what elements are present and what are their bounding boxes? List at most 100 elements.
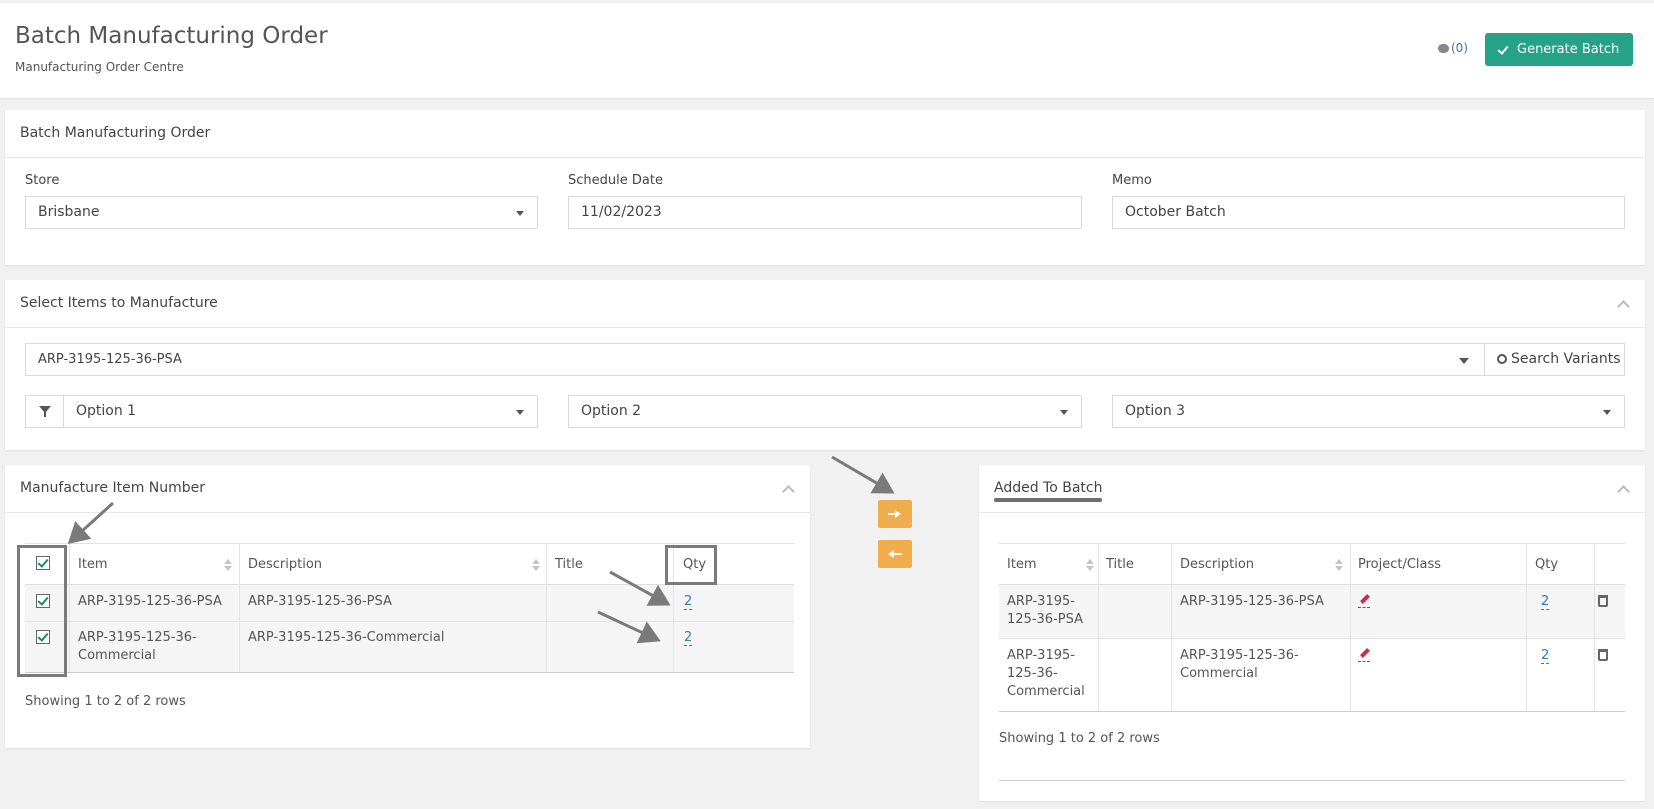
col-divider (1526, 543, 1527, 711)
title-underline-annotation (994, 498, 1102, 502)
table-divider (999, 638, 1625, 639)
sort-icon[interactable] (532, 559, 540, 571)
select-items-title: Select Items to Manufacture (20, 295, 218, 311)
arrow-left-head (888, 550, 894, 558)
caret-down-icon (516, 410, 524, 415)
cell-item: ARP-3195-125-36-PSA (78, 594, 222, 609)
collapse-icon[interactable] (782, 485, 795, 498)
sort-icon[interactable] (224, 559, 232, 571)
store-select[interactable]: Brisbane (25, 196, 538, 229)
check-icon (1497, 43, 1509, 55)
option1-select[interactable]: Option 1 (63, 395, 538, 428)
added-to-batch-panel: Added To Batch Item Title Description Pr… (979, 465, 1645, 801)
collapse-icon[interactable] (1617, 300, 1630, 313)
cell-description: ARP-3195-125-36-PSA (1180, 594, 1324, 609)
cell-qty[interactable]: 2 (684, 593, 693, 611)
added-to-batch-header: Added To Batch (979, 465, 1645, 513)
move-right-button[interactable] (878, 500, 912, 528)
cell-item: ARP-3195-125-36-PSA (1007, 594, 1083, 627)
cell-qty[interactable]: 2 (684, 629, 693, 647)
cell-qty[interactable]: 2 (1541, 647, 1550, 665)
caret-down-icon (516, 211, 524, 216)
search-variants-label: Search Variants (1511, 351, 1621, 367)
col-header-item[interactable]: Item (1007, 557, 1037, 572)
page-header: Batch Manufacturing Order Manufacturing … (0, 3, 1654, 98)
option2-select[interactable]: Option 2 (568, 395, 1082, 428)
col-divider (69, 543, 70, 672)
arrow-right-head (895, 510, 901, 518)
generate-batch-label: Generate Batch (1517, 42, 1620, 57)
col-divider (1350, 543, 1351, 711)
generate-batch-button[interactable]: Generate Batch (1485, 33, 1633, 66)
store-value: Brisbane (38, 204, 100, 220)
order-panel: Batch Manufacturing Order Store Brisbane… (5, 110, 1645, 265)
table-footer: Showing 1 to 2 of 2 rows (25, 694, 186, 709)
sort-icon[interactable] (1335, 559, 1343, 571)
store-label: Store (25, 173, 60, 188)
order-panel-header: Batch Manufacturing Order (5, 110, 1645, 158)
annotation-box (665, 545, 717, 585)
memo-label: Memo (1112, 173, 1152, 188)
filter-button[interactable] (25, 395, 64, 428)
caret-down-icon (1459, 358, 1469, 364)
comments-link[interactable]: (0) (1438, 41, 1468, 55)
comments-count: (0) (1451, 41, 1468, 55)
table-divider (25, 672, 794, 673)
qty-link[interactable]: 2 (684, 630, 693, 646)
item-select[interactable]: ARP-3195-125-36-PSA (25, 343, 1485, 376)
schedule-date-value: 11/02/2023 (581, 204, 662, 220)
table-divider (999, 711, 1625, 712)
pencil-underline (1358, 607, 1370, 608)
order-panel-title: Batch Manufacturing Order (20, 125, 211, 141)
schedule-date-label: Schedule Date (568, 173, 663, 188)
col-divider (1098, 543, 1099, 711)
col-header-title: Title (1106, 557, 1134, 572)
col-header-item[interactable]: Item (78, 557, 108, 572)
table-divider (25, 543, 794, 544)
col-divider (546, 543, 547, 672)
col-header-description[interactable]: Description (248, 557, 322, 572)
option3-select[interactable]: Option 3 (1112, 395, 1625, 428)
qty-link[interactable]: 2 (1541, 648, 1550, 664)
cell-qty[interactable]: 2 (1541, 593, 1550, 611)
annotation-arrow (831, 455, 895, 494)
manufacture-items-title: Manufacture Item Number (20, 480, 206, 496)
option1-value: Option 1 (76, 403, 137, 419)
schedule-date-input[interactable]: 11/02/2023 (568, 196, 1082, 229)
qty-link[interactable]: 2 (684, 594, 693, 610)
cell-item: ARP-3195-125-36-Commercial (78, 630, 197, 663)
table-divider (999, 780, 1625, 781)
move-left-button[interactable] (878, 540, 912, 568)
col-header-description[interactable]: Description (1180, 557, 1254, 572)
cell-description: ARP-3195-125-36-Commercial (1180, 648, 1299, 681)
memo-input[interactable]: October Batch (1112, 196, 1625, 229)
comment-icon (1438, 44, 1449, 53)
table-divider (999, 543, 1625, 544)
search-variants-button[interactable]: Search Variants (1484, 343, 1625, 376)
pencil-underline (1358, 661, 1370, 662)
caret-down-icon (1060, 410, 1068, 415)
manufacture-items-header: Manufacture Item Number (5, 465, 810, 513)
added-to-batch-title: Added To Batch (994, 480, 1103, 496)
item-select-value: ARP-3195-125-36-PSA (38, 352, 182, 367)
col-header-qty: Qty (1535, 557, 1559, 572)
col-divider (1171, 543, 1172, 711)
trash-icon[interactable] (1598, 649, 1608, 661)
cell-description: ARP-3195-125-36-Commercial (248, 630, 445, 645)
qty-link[interactable]: 2 (1541, 594, 1550, 610)
option3-value: Option 3 (1125, 403, 1186, 419)
search-icon (1497, 354, 1507, 364)
col-divider (239, 543, 240, 672)
sort-icon[interactable] (1086, 559, 1094, 571)
select-items-header: Select Items to Manufacture (5, 280, 1645, 328)
memo-value: October Batch (1125, 204, 1226, 220)
pencil-icon[interactable] (1360, 648, 1370, 658)
cell-item: ARP-3195-125-36-Commercial (1007, 648, 1085, 699)
table-footer: Showing 1 to 2 of 2 rows (999, 731, 1160, 746)
filter-icon-stem (44, 411, 46, 417)
col-header-title: Title (555, 557, 583, 572)
option2-value: Option 2 (581, 403, 642, 419)
col-divider (1594, 543, 1595, 711)
collapse-icon[interactable] (1617, 485, 1630, 498)
trash-icon[interactable] (1598, 595, 1608, 607)
